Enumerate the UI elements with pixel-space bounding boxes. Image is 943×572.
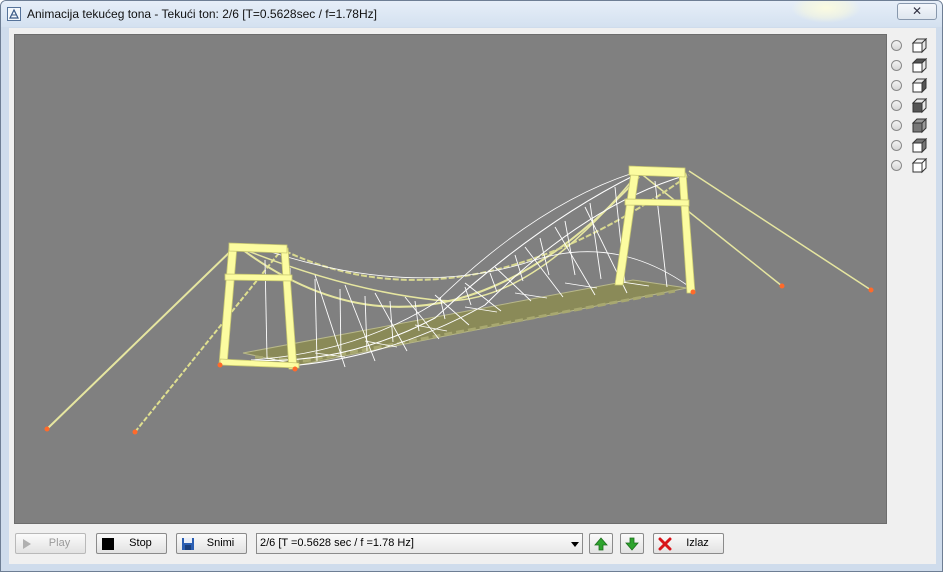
play-icon bbox=[23, 539, 31, 549]
play-button[interactable]: Play bbox=[15, 533, 86, 554]
chevron-down-icon[interactable] bbox=[571, 542, 579, 547]
stop-button[interactable]: Stop bbox=[96, 533, 167, 554]
client-area: Play Stop Snimi 2/6 [T =0.5628 sec / f =… bbox=[9, 28, 936, 564]
main-cable-back bbox=[242, 176, 636, 302]
close-button[interactable]: ✕ bbox=[897, 3, 937, 20]
supports bbox=[44, 283, 874, 435]
cube-view-icon bbox=[911, 78, 928, 94]
red-x-icon bbox=[658, 537, 672, 551]
arrow-up-icon bbox=[594, 537, 608, 551]
view-radio[interactable] bbox=[891, 100, 902, 111]
app-window: Animacija tekućeg tona - Tekući ton: 2/6… bbox=[0, 0, 943, 572]
view-radio[interactable] bbox=[891, 80, 902, 91]
save-button[interactable]: Snimi bbox=[176, 533, 247, 554]
view-radio[interactable] bbox=[891, 140, 902, 151]
close-icon: ✕ bbox=[911, 4, 923, 18]
floppy-disk-icon bbox=[182, 538, 194, 550]
view-radio[interactable] bbox=[891, 160, 902, 171]
previous-mode-button[interactable] bbox=[589, 533, 613, 554]
main-cable bbox=[238, 176, 640, 308]
cube-view-icon bbox=[911, 158, 928, 174]
stay-cable bbox=[46, 245, 237, 430]
title-bar[interactable]: Animacija tekućeg tona - Tekući ton: 2/6… bbox=[1, 1, 942, 27]
window-title: Animacija tekućeg tona - Tekući ton: 2/6… bbox=[27, 7, 377, 21]
exit-button[interactable]: Izlaz bbox=[653, 533, 724, 554]
cube-view-icon bbox=[911, 98, 928, 114]
mode-select-value: 2/6 [T =0.5628 sec / f =1.78 Hz] bbox=[260, 537, 414, 549]
view-option[interactable] bbox=[891, 158, 931, 176]
exit-label: Izlaz bbox=[686, 537, 709, 549]
cube-view-icon bbox=[911, 138, 928, 154]
arrow-down-icon bbox=[625, 537, 639, 551]
save-label: Snimi bbox=[206, 537, 235, 549]
app-icon bbox=[7, 7, 21, 21]
animation-viewport[interactable] bbox=[14, 34, 887, 524]
bridge-model bbox=[44, 165, 874, 435]
cube-view-icon bbox=[911, 58, 928, 74]
view-radio[interactable] bbox=[891, 40, 902, 51]
stay-cable bbox=[688, 170, 872, 291]
view-radio[interactable] bbox=[891, 60, 902, 71]
view-option[interactable] bbox=[891, 38, 931, 56]
view-option[interactable] bbox=[891, 78, 931, 96]
next-mode-button[interactable] bbox=[620, 533, 644, 554]
title-glow bbox=[791, 1, 861, 23]
mode-select[interactable]: 2/6 [T =0.5628 sec / f =1.78 Hz] bbox=[256, 533, 583, 554]
view-radio[interactable] bbox=[891, 120, 902, 131]
control-bar: Play Stop Snimi 2/6 [T =0.5628 sec / f =… bbox=[9, 531, 936, 561]
view-option[interactable] bbox=[891, 98, 931, 116]
view-option[interactable] bbox=[891, 138, 931, 156]
play-label: Play bbox=[48, 537, 71, 549]
stop-icon bbox=[102, 538, 114, 550]
cube-view-icon bbox=[911, 38, 928, 54]
view-option[interactable] bbox=[891, 58, 931, 76]
stop-label: Stop bbox=[129, 537, 152, 549]
cube-view-icon bbox=[911, 118, 928, 134]
view-option[interactable] bbox=[891, 118, 931, 136]
